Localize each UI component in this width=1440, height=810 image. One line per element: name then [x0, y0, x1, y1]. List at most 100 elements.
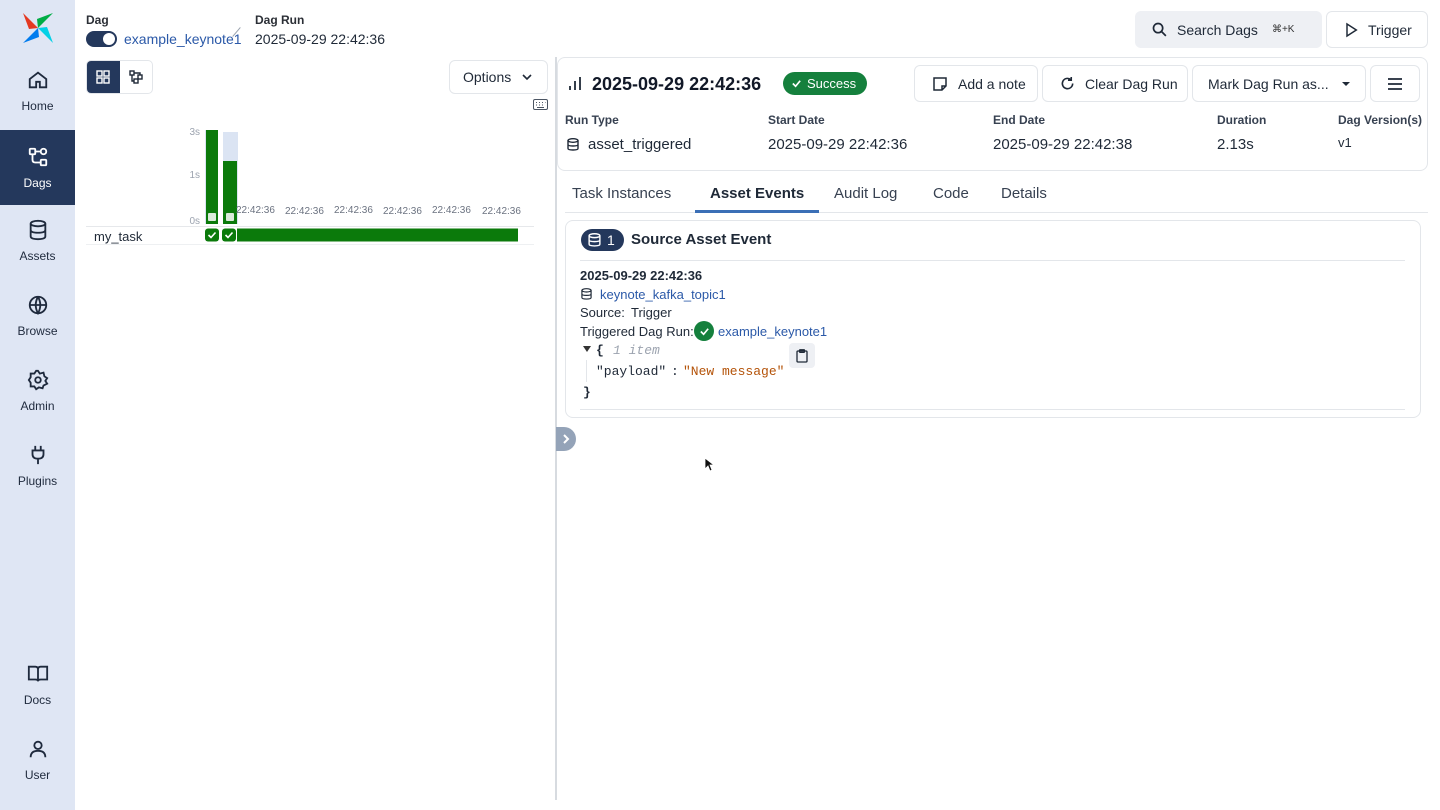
- sidebar-item-plugins[interactable]: Plugins: [0, 430, 75, 502]
- dag-pause-toggle[interactable]: [86, 31, 117, 47]
- copy-json-button[interactable]: [789, 343, 815, 368]
- search-shortcut: ⌘+K: [1271, 24, 1295, 35]
- options-label: Options: [463, 69, 512, 85]
- clear-dag-run-label: Clear Dag Run: [1085, 75, 1178, 92]
- json-indent-guide: [586, 360, 587, 382]
- divider: [580, 409, 1405, 410]
- trigger-label: Trigger: [1368, 21, 1412, 38]
- run-type-value: asset_triggered: [588, 136, 692, 153]
- triggered-dag-run-link[interactable]: example_keynote1: [718, 324, 827, 339]
- success-state-icon: [694, 321, 714, 341]
- source-asset-event-card: [565, 220, 1421, 418]
- json-open-brace: {: [596, 343, 604, 358]
- dag-version-label: Dag Version(s): [1338, 113, 1423, 127]
- sidebar-item-user[interactable]: User: [0, 724, 75, 796]
- sidebar-item-dags[interactable]: Dags: [0, 130, 75, 205]
- check-icon: [792, 80, 801, 88]
- event-count-badge: 1: [581, 229, 624, 251]
- task-name[interactable]: my_task: [94, 229, 142, 244]
- json-close-brace: }: [583, 385, 591, 400]
- end-date-value: 2025-09-29 22:42:38: [993, 136, 1133, 153]
- home-icon: [28, 71, 47, 89]
- source-value: Trigger: [631, 305, 672, 320]
- chevron-down-icon: [522, 74, 532, 81]
- tab-audit-log[interactable]: Audit Log: [834, 185, 897, 202]
- note-icon: [933, 76, 947, 91]
- dag-version-value[interactable]: v1: [1338, 135, 1352, 150]
- tab-asset-events[interactable]: Asset Events: [710, 185, 804, 202]
- duration-label: Duration: [1217, 113, 1267, 127]
- sidebar-item-admin[interactable]: Admin: [0, 355, 75, 427]
- graph-view-button[interactable]: [120, 61, 153, 93]
- start-date-value: 2025-09-29 22:42:36: [768, 136, 908, 153]
- task-instance-row: [205, 228, 518, 242]
- refresh-icon: [1061, 76, 1074, 90]
- plug-icon: [31, 445, 44, 465]
- json-key: "payload": [596, 364, 667, 379]
- task-instance-cell[interactable]: [205, 228, 219, 242]
- sidebar-item-label: User: [24, 768, 51, 782]
- sidebar-item-label: Dags: [23, 175, 52, 190]
- caret-down-icon: [1341, 81, 1350, 86]
- run-time-label: 22:42:36: [236, 205, 275, 216]
- mark-dag-run-label: Mark Dag Run as...: [1208, 75, 1329, 92]
- mark-dag-run-as-button[interactable]: Mark Dag Run as...: [1192, 65, 1366, 102]
- divider: [580, 260, 1405, 261]
- search-dags-button[interactable]: Search Dags ⌘+K: [1135, 11, 1322, 48]
- sidebar-item-label: Plugins: [17, 474, 58, 488]
- sidebar-item-docs[interactable]: Docs: [0, 649, 75, 721]
- task-instance-cell[interactable]: [222, 228, 236, 242]
- sidebar-item-assets[interactable]: Assets: [0, 205, 75, 277]
- duration-value: 2.13s: [1217, 136, 1254, 153]
- dags-icon: [28, 147, 47, 166]
- add-note-label: Add a note: [958, 75, 1026, 92]
- user-icon: [29, 740, 46, 758]
- database-icon: [567, 138, 579, 151]
- breadcrumb-dag-link[interactable]: example_keynote1: [124, 31, 242, 47]
- run-time-label: 22:42:36: [432, 205, 471, 216]
- graph-icon: [129, 70, 143, 84]
- options-button[interactable]: Options: [449, 60, 548, 94]
- add-note-button[interactable]: Add a note: [914, 65, 1038, 102]
- status-badge: Success: [783, 72, 867, 95]
- active-tab-indicator: [695, 210, 819, 213]
- status-label: Success: [807, 76, 857, 91]
- sidebar-item-browse[interactable]: Browse: [0, 280, 75, 352]
- sidebar-item-label: Assets: [19, 249, 56, 263]
- keyboard-icon[interactable]: [533, 99, 548, 110]
- asset-marker-icon: [208, 213, 216, 221]
- json-collapse-caret[interactable]: [583, 346, 591, 352]
- tab-code[interactable]: Code: [933, 185, 969, 202]
- check-icon: [699, 327, 709, 335]
- json-colon: :: [671, 364, 679, 379]
- airflow-app: Home Dags Assets Browse Admin Plugins Do…: [0, 0, 1440, 810]
- sidebar: Home Dags Assets Browse Admin Plugins Do…: [0, 0, 75, 810]
- clear-dag-run-button[interactable]: Clear Dag Run: [1042, 65, 1188, 102]
- tab-task-instances[interactable]: Task Instances: [572, 185, 671, 202]
- trigger-button[interactable]: Trigger: [1326, 11, 1428, 48]
- grid-view-button[interactable]: [87, 61, 120, 93]
- asset-link[interactable]: keynote_kafka_topic1: [600, 287, 726, 302]
- sidebar-item-home[interactable]: Home: [0, 55, 75, 127]
- start-date-label: Start Date: [768, 113, 825, 127]
- task-instance-bar[interactable]: [237, 228, 518, 242]
- event-count: 1: [607, 232, 615, 248]
- gear-icon: [27, 369, 49, 391]
- json-item-count: 1 item: [613, 343, 660, 358]
- tab-details[interactable]: Details: [1001, 185, 1047, 202]
- json-value: "New message": [683, 364, 785, 379]
- search-dags-label: Search Dags: [1177, 21, 1258, 38]
- breadcrumb-run-value: 2025-09-29 22:42:36: [255, 31, 385, 47]
- globe-icon: [28, 295, 47, 316]
- panel-toggle-button[interactable]: [556, 427, 576, 451]
- run-time-label: 22:42:36: [334, 205, 373, 216]
- bar-chart-icon: [569, 77, 581, 90]
- menu-button[interactable]: [1370, 65, 1420, 102]
- breadcrumb-run-label: Dag Run: [255, 13, 305, 27]
- play-icon: [1346, 22, 1358, 37]
- airflow-logo[interactable]: [19, 9, 57, 47]
- y-tick-label: 3s: [189, 127, 200, 138]
- run-duration-bar[interactable]: [206, 130, 218, 224]
- sidebar-item-label: Admin: [20, 399, 55, 413]
- run-time-label: 22:42:36: [285, 206, 324, 217]
